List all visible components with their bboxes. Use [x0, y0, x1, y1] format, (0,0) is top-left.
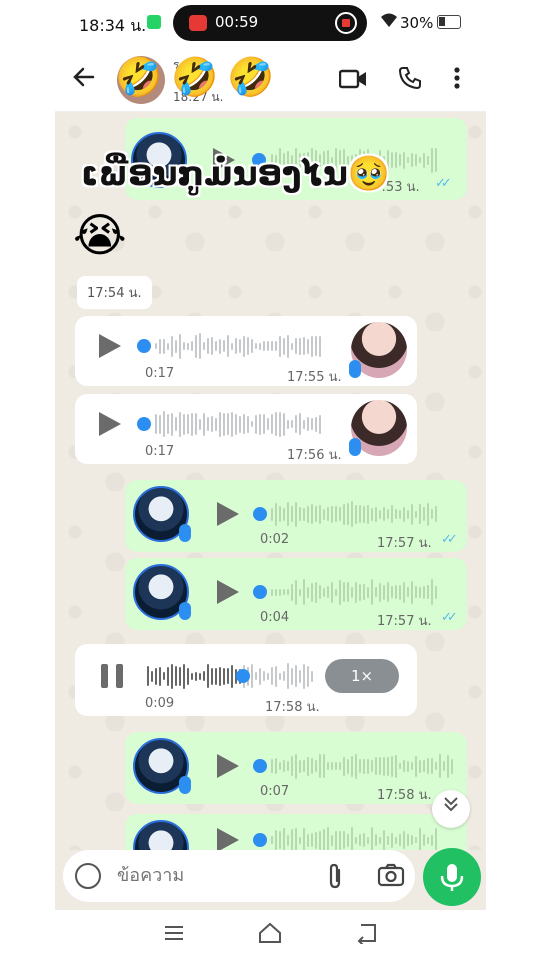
phone-screen: 18:34 น. 00:59 30% ร 18:27 น. 🤣 🤣 🤣 17:5…: [55, 0, 486, 960]
wifi-icon: [380, 12, 398, 32]
play-icon[interactable]: [99, 412, 121, 436]
nav-home-icon[interactable]: [257, 922, 283, 948]
voice-duration: 0:04: [260, 610, 290, 625]
message-time: 17:56 น.: [287, 448, 342, 463]
mic-icon: [179, 776, 191, 794]
voice-duration: 0:17: [145, 366, 175, 381]
whatsapp-notification-icon: [147, 15, 161, 29]
voice-duration: 0:09: [145, 696, 175, 711]
battery-percent: 30%: [400, 14, 434, 32]
play-icon[interactable]: [217, 828, 239, 850]
mic-icon: [440, 864, 464, 891]
message-time: 17:58 น.: [377, 788, 432, 803]
mic-icon: [179, 524, 191, 542]
sticker-icon[interactable]: [75, 863, 101, 889]
chat-area[interactable]: 17:53 น. ✓✓ ເພື່ອນກູມໍ່ນອງໄນ🥹 😭 17:54 น.…: [55, 112, 486, 850]
voice-message-outgoing[interactable]: 0:02 17:57 น. ✓✓: [125, 480, 467, 552]
play-icon[interactable]: [99, 334, 121, 358]
record-timer: 00:59: [215, 13, 259, 31]
scroll-down-icon[interactable]: [432, 790, 470, 828]
emoji-sticker: 🤣: [227, 55, 275, 99]
voice-duration: 0:07: [260, 784, 290, 799]
battery-icon: [437, 15, 461, 29]
pause-icon[interactable]: [101, 664, 123, 688]
waveform: [271, 578, 437, 606]
record-voice-button[interactable]: [423, 848, 481, 906]
stop-record-icon[interactable]: [335, 12, 357, 34]
message-input[interactable]: [117, 865, 307, 886]
status-bar: 18:34 น. 00:59 30%: [55, 0, 486, 46]
voice-message-outgoing[interactable]: 0:04 17:57 น. ✓✓: [125, 558, 467, 630]
video-caption-overlay: ເພື່ອນກູມໍ່ນອງໄນ🥹: [81, 154, 391, 194]
phone-icon[interactable]: [398, 66, 422, 94]
voice-progress-dot[interactable]: [253, 833, 267, 847]
voice-progress-dot[interactable]: [253, 759, 267, 773]
emoji-sticker: 🤣: [171, 55, 219, 99]
voice-duration: 0:17: [145, 444, 175, 459]
mic-icon: [349, 438, 361, 456]
message-time: 17:58 น.: [265, 700, 320, 715]
composer-bar: [55, 848, 486, 910]
waveform: [271, 826, 437, 850]
play-icon[interactable]: [217, 502, 239, 526]
voice-duration: 0:02: [260, 532, 290, 547]
message-time: 17:57 น.: [377, 614, 432, 629]
back-arrow-icon[interactable]: [71, 64, 97, 90]
voice-message-outgoing[interactable]: [125, 814, 467, 850]
nav-menu-icon[interactable]: [163, 922, 185, 948]
read-receipt-icon: ✓✓: [441, 532, 458, 547]
mic-icon: [349, 360, 361, 378]
read-receipt-icon: ✓✓: [435, 176, 452, 191]
read-receipt-icon: ✓✓: [441, 610, 458, 625]
voice-message-outgoing[interactable]: 0:07 17:58 น.: [125, 732, 467, 804]
chat-header: ร 18:27 น. 🤣 🤣 🤣: [55, 46, 486, 112]
waveform: [147, 662, 313, 690]
voice-message-incoming[interactable]: 0:17 17:56 น.: [75, 394, 417, 464]
waveform: [271, 752, 453, 780]
play-icon[interactable]: [217, 754, 239, 778]
status-time: 18:34 น.: [79, 16, 147, 35]
nav-back-icon[interactable]: [355, 922, 379, 948]
video-call-icon[interactable]: [338, 68, 367, 94]
voice-progress-dot[interactable]: [137, 417, 151, 431]
message-time: 17:55 น.: [287, 370, 342, 385]
message-time: 17:57 น.: [377, 536, 432, 551]
sender-avatar: [133, 820, 189, 850]
crying-emoji: 😭: [73, 208, 127, 262]
mic-icon: [179, 602, 191, 620]
voice-progress-dot[interactable]: [253, 585, 267, 599]
screen-recording-pill[interactable]: 00:59: [173, 5, 367, 41]
message-input-container[interactable]: [63, 850, 415, 902]
playback-speed-button[interactable]: 1×: [325, 659, 399, 693]
waveform: [155, 332, 321, 360]
voice-message-incoming[interactable]: 0:17 17:55 น.: [75, 316, 417, 386]
waveform: [271, 500, 437, 528]
time-chip: 17:54 น.: [77, 276, 152, 309]
play-icon[interactable]: [217, 580, 239, 604]
voice-message-playing[interactable]: 1× 0:09 17:58 น.: [75, 644, 417, 716]
camera-icon[interactable]: [377, 863, 405, 891]
more-vert-icon[interactable]: [453, 66, 461, 94]
waveform: [155, 410, 321, 438]
emoji-sticker: 🤣: [115, 55, 163, 99]
voice-progress-dot[interactable]: [137, 339, 151, 353]
record-camera-icon: [189, 15, 207, 31]
voice-progress-dot[interactable]: [253, 507, 267, 521]
system-navigation-bar: [55, 910, 486, 960]
attach-icon[interactable]: [325, 863, 345, 893]
